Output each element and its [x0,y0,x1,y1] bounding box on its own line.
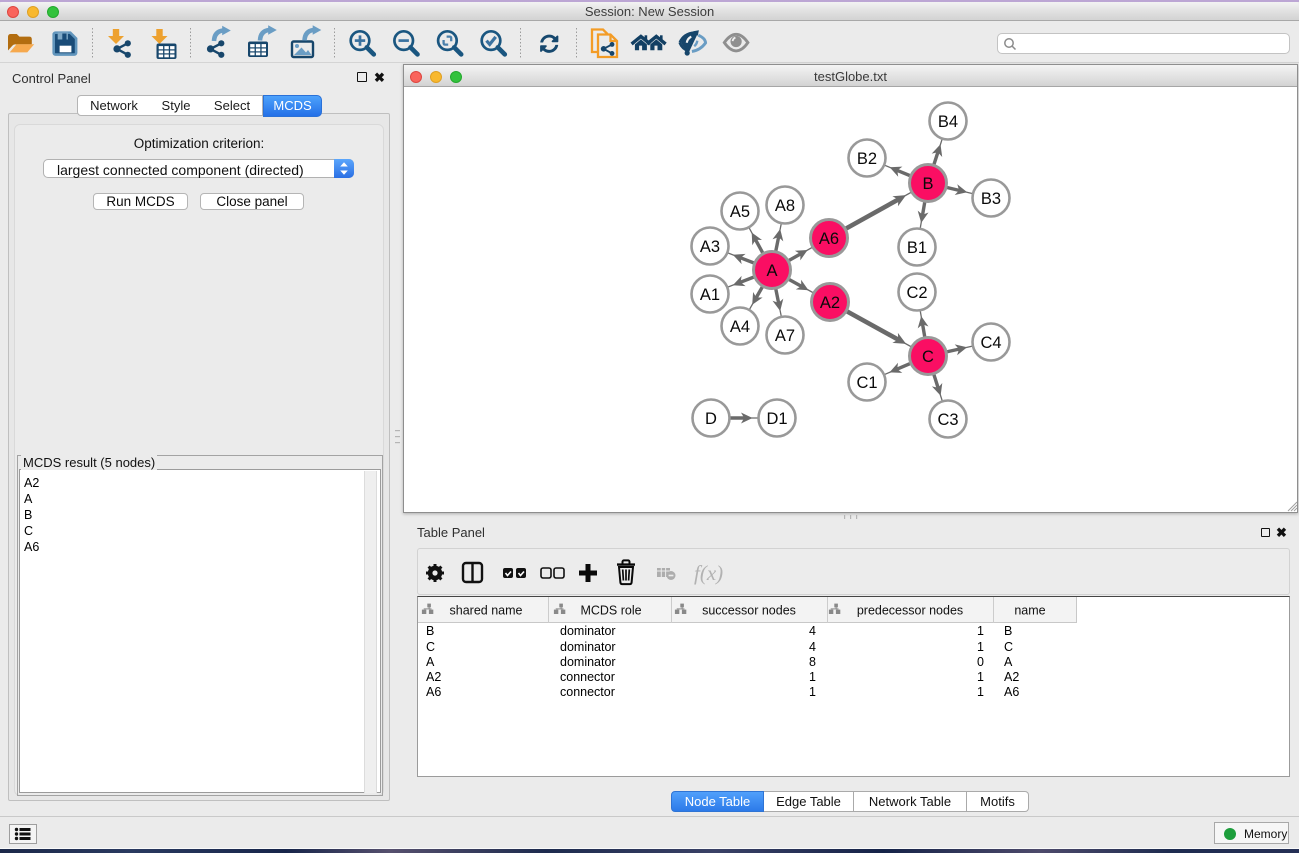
svg-text:B3: B3 [981,190,1001,208]
svg-text:connector: connector [560,670,615,684]
svg-text:1: 1 [977,640,984,654]
svg-text:A1: A1 [700,286,720,304]
svg-text:B: B [1004,624,1012,638]
svg-text:1: 1 [809,670,816,684]
svg-text:A2: A2 [426,670,441,684]
svg-text:C: C [1004,640,1013,654]
svg-text:dominator: dominator [560,655,616,669]
svg-text:D: D [705,410,717,428]
svg-text:D1: D1 [766,410,787,428]
svg-text:C1: C1 [856,374,877,392]
svg-text:f(x): f(x) [694,561,723,585]
svg-text:B: B [426,624,434,638]
svg-text:connector: connector [560,685,615,699]
svg-text:A2: A2 [1004,670,1019,684]
svg-text:C4: C4 [980,334,1001,352]
svg-text:dominator: dominator [560,640,616,654]
svg-text:C2: C2 [906,284,927,302]
svg-text:C3: C3 [937,411,958,429]
svg-text:C: C [922,348,934,366]
svg-text:A3: A3 [700,238,720,256]
svg-text:A5: A5 [730,203,750,221]
svg-text:8: 8 [809,655,816,669]
svg-text:shared name: shared name [450,604,523,618]
svg-text:A: A [1004,655,1013,669]
svg-text:B4: B4 [938,113,958,131]
svg-text:1: 1 [977,624,984,638]
svg-text:A6: A6 [426,685,441,699]
svg-text:1: 1 [977,670,984,684]
svg-text:A7: A7 [775,327,795,345]
svg-text:A6: A6 [1004,685,1019,699]
svg-text:dominator: dominator [560,624,616,638]
svg-text:name: name [1014,604,1045,618]
svg-text:predecessor nodes: predecessor nodes [857,604,963,618]
svg-text:successor nodes: successor nodes [702,604,796,618]
svg-text:MCDS role: MCDS role [580,604,641,618]
svg-text:C: C [426,640,435,654]
svg-text:A2: A2 [820,294,840,312]
svg-text:B2: B2 [857,150,877,168]
svg-text:B1: B1 [907,239,927,257]
svg-text:4: 4 [809,640,816,654]
svg-text:A4: A4 [730,318,750,336]
svg-text:A6: A6 [819,230,839,248]
svg-text:A: A [426,655,435,669]
svg-text:A: A [766,262,777,280]
svg-text:1: 1 [977,685,984,699]
svg-text:4: 4 [809,624,816,638]
svg-text:B: B [922,175,933,193]
svg-text:0: 0 [977,655,984,669]
svg-text:1: 1 [809,685,816,699]
svg-text:A8: A8 [775,197,795,215]
